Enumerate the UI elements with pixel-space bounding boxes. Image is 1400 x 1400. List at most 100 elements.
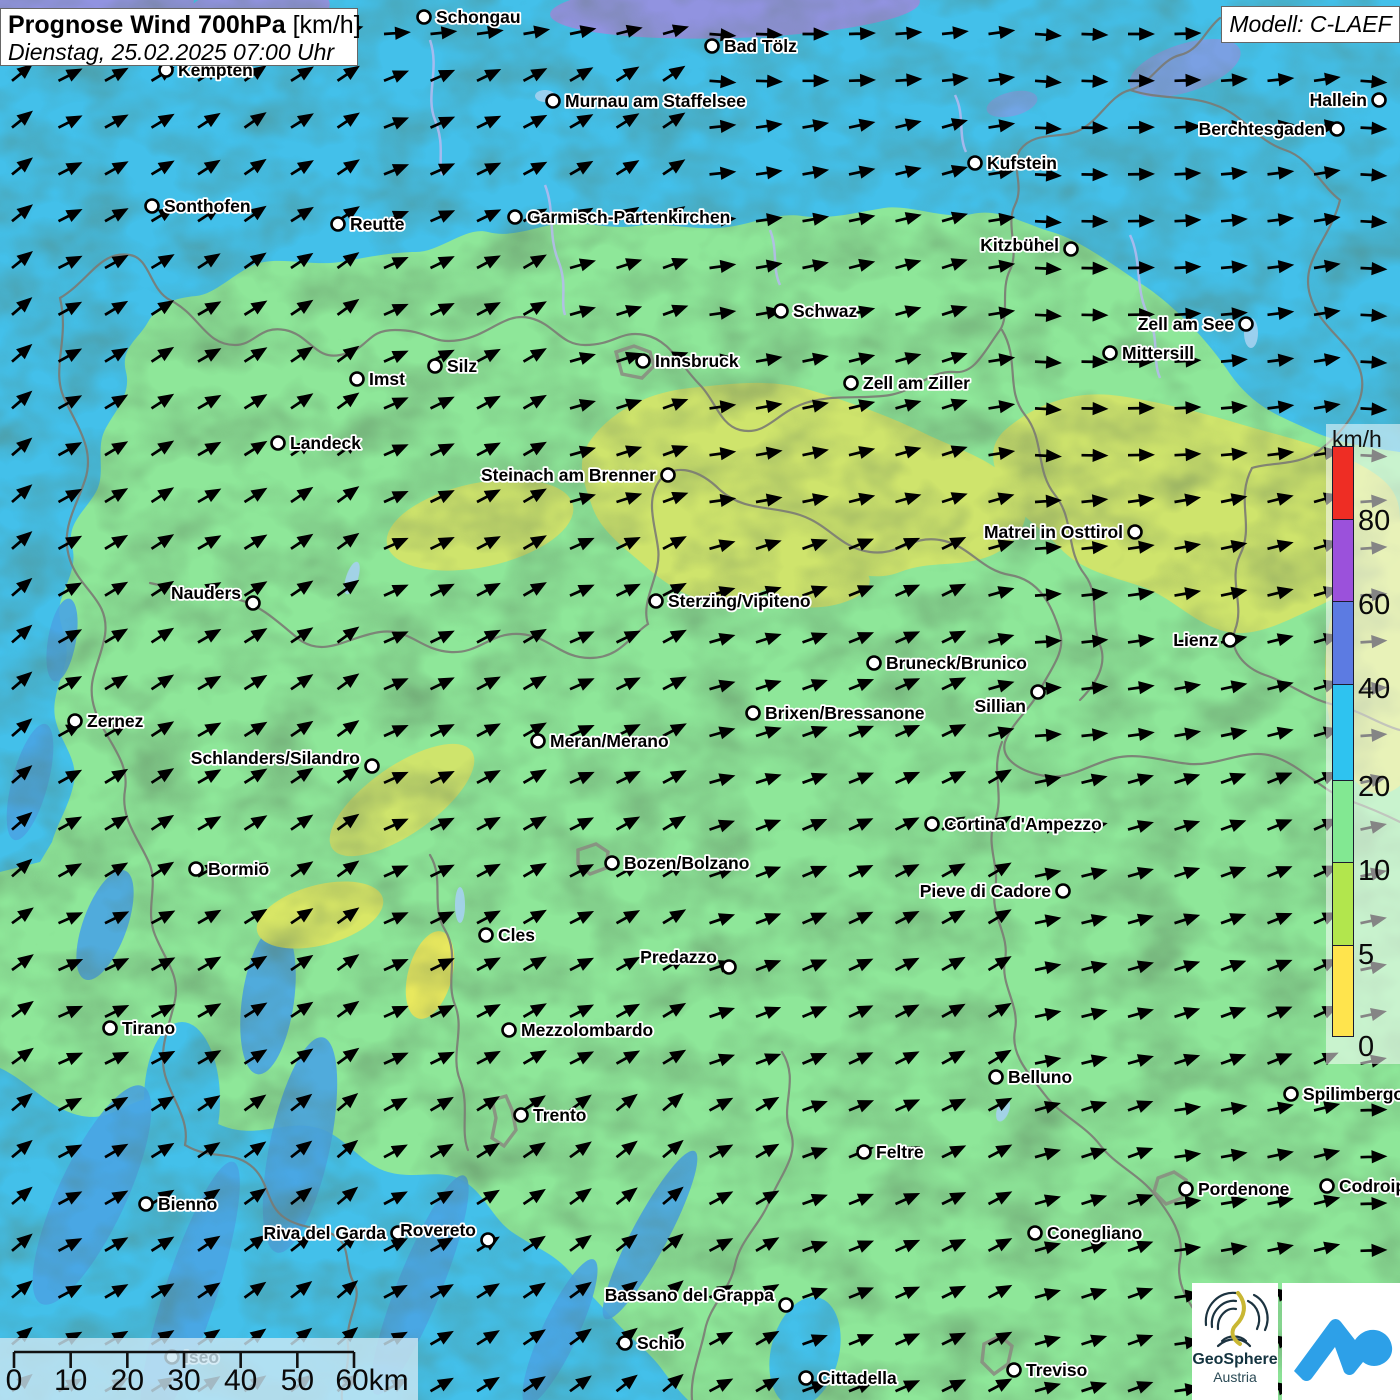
city-label: Hallein bbox=[1310, 90, 1367, 110]
city-marker-icon bbox=[1057, 885, 1070, 898]
city-label: Pieve di Cadore bbox=[920, 881, 1052, 901]
distance-scalebar: 0102030405060km bbox=[0, 1338, 418, 1400]
city-marker-icon bbox=[1008, 1364, 1021, 1377]
city-bozen-bolzano: Bozen/Bolzano bbox=[606, 853, 750, 873]
city-label: Schlanders/Silandro bbox=[191, 748, 360, 768]
scalebar-label: 20 bbox=[111, 1364, 144, 1397]
city-marker-icon bbox=[503, 1024, 516, 1037]
city-brixen-bressanone: Brixen/Bressanone bbox=[747, 703, 925, 723]
city-marker-icon bbox=[969, 157, 982, 170]
city-label: Predazzo bbox=[640, 947, 717, 967]
city-label: Schio bbox=[637, 1333, 685, 1353]
scalebar-canvas: 0102030405060km bbox=[0, 1338, 418, 1400]
city-label: Tirano bbox=[122, 1018, 175, 1038]
legend-tick-label: 40 bbox=[1358, 675, 1400, 704]
city-label: Bozen/Bolzano bbox=[624, 853, 749, 873]
city-marker-icon bbox=[140, 1198, 153, 1211]
city-marker-icon bbox=[723, 961, 736, 974]
city-marker-icon bbox=[1180, 1183, 1193, 1196]
city-marker-icon bbox=[926, 818, 939, 831]
city-cortina-d-ampezzo: Cortina d'Ampezzo bbox=[926, 814, 1102, 834]
city-riva-del-garda: Riva del Garda bbox=[263, 1223, 404, 1243]
city-garmisch-partenkirchen: Garmisch-Partenkirchen bbox=[509, 207, 731, 227]
city-marker-icon bbox=[990, 1071, 1003, 1084]
city-label: Cles bbox=[498, 925, 535, 945]
city-label: Meran/Merano bbox=[550, 731, 669, 751]
city-label: Bassano del Grappa bbox=[605, 1285, 774, 1305]
city-marker-icon bbox=[1065, 243, 1078, 256]
wind-speed-legend: km/h 806040201050 bbox=[1326, 424, 1400, 1064]
forecast-datetime: Dienstag, 25.02.2025 07:00 Uhr bbox=[8, 40, 350, 65]
city-mezzolombardo: Mezzolombardo bbox=[503, 1020, 654, 1040]
city-marker-icon bbox=[429, 360, 442, 373]
city-marker-icon bbox=[706, 40, 719, 53]
city-marker-icon bbox=[637, 355, 650, 368]
city-label: Codroipo bbox=[1339, 1176, 1400, 1196]
city-label: Feltre bbox=[876, 1142, 924, 1162]
city-marker-icon bbox=[747, 707, 760, 720]
city-marker-icon bbox=[1104, 347, 1117, 360]
city-label: Lienz bbox=[1173, 630, 1218, 650]
city-label: Schwaz bbox=[793, 301, 857, 321]
city-marker-icon bbox=[482, 1234, 495, 1247]
city-murnau-am-staffelsee: Murnau am Staffelsee bbox=[547, 91, 747, 111]
city-bruneck-brunico: Bruneck/Brunico bbox=[868, 653, 1028, 673]
city-matrei-in-osttirol: Matrei in Osttirol bbox=[984, 522, 1142, 542]
scalebar-label: 30 bbox=[167, 1364, 200, 1397]
city-label: Brixen/Bressanone bbox=[765, 703, 925, 723]
city-label: Cittadella bbox=[818, 1368, 897, 1388]
city-marker-icon bbox=[1321, 1180, 1334, 1193]
city-cles: Cles bbox=[480, 925, 536, 945]
city-label: Sterzing/Vipiteno bbox=[668, 591, 811, 611]
legend-segment bbox=[1332, 446, 1354, 520]
city-silz: Silz bbox=[429, 356, 478, 376]
city-label: Zell am Ziller bbox=[863, 373, 970, 393]
scalebar-label: 40 bbox=[224, 1364, 257, 1397]
city-berchtesgaden: Berchtesgaden bbox=[1199, 119, 1344, 139]
city-marker-icon bbox=[780, 1299, 793, 1312]
city-marker-icon bbox=[247, 597, 260, 610]
city-label: Trento bbox=[533, 1105, 586, 1125]
legend-color-bar bbox=[1332, 448, 1354, 1048]
legend-segment bbox=[1332, 945, 1354, 1037]
city-label: Treviso bbox=[1026, 1360, 1087, 1380]
city-marker-icon bbox=[104, 1022, 117, 1035]
city-marker-icon bbox=[332, 218, 345, 231]
city-label: Sillian bbox=[974, 696, 1026, 716]
model-label: Modell: C-LAEF bbox=[1221, 6, 1400, 43]
city-marker-icon bbox=[418, 11, 431, 24]
mountain-cloud-icon bbox=[1282, 1283, 1400, 1400]
city-marker-icon bbox=[845, 377, 858, 390]
scalebar-label: 10 bbox=[54, 1364, 87, 1397]
city-steinach-am-brenner: Steinach am Brenner bbox=[481, 465, 675, 485]
city-marker-icon bbox=[1331, 123, 1344, 136]
city-marker-icon bbox=[146, 200, 159, 213]
city-marker-icon bbox=[532, 735, 545, 748]
city-imst: Imst bbox=[351, 369, 406, 389]
legend-tick-label: 60 bbox=[1358, 591, 1400, 620]
city-label: Garmisch-Partenkirchen bbox=[527, 207, 730, 227]
city-label: Murnau am Staffelsee bbox=[565, 91, 746, 111]
city-label: Kitzbühel bbox=[980, 235, 1059, 255]
legend-tick-label: 0 bbox=[1358, 1033, 1400, 1062]
city-marker-icon bbox=[480, 929, 493, 942]
city-marker-icon bbox=[509, 211, 522, 224]
city-label: Cortina d'Ampezzo bbox=[944, 814, 1102, 834]
city-label: Spilimbergo bbox=[1303, 1084, 1400, 1104]
city-marker-icon bbox=[650, 595, 663, 608]
city-marker-icon bbox=[858, 1146, 871, 1159]
city-label: Zernez bbox=[87, 711, 144, 731]
city-label: Bienno bbox=[158, 1194, 217, 1214]
geosphere-logo: GeoSphere Austria bbox=[1192, 1283, 1278, 1400]
city-marker-icon bbox=[351, 373, 364, 386]
city-marker-icon bbox=[69, 715, 82, 728]
scalebar-label: 0 bbox=[6, 1364, 23, 1397]
geosphere-wordmark: GeoSphere bbox=[1192, 1352, 1278, 1369]
city-label: Pordenone bbox=[1198, 1179, 1290, 1199]
scalebar-label: 50 bbox=[281, 1364, 314, 1397]
legend-segment bbox=[1332, 684, 1354, 782]
city-label: Zell am See bbox=[1138, 314, 1235, 334]
city-label: Landeck bbox=[290, 433, 361, 453]
city-label: Kufstein bbox=[987, 153, 1057, 173]
city-label: Reutte bbox=[350, 214, 405, 234]
